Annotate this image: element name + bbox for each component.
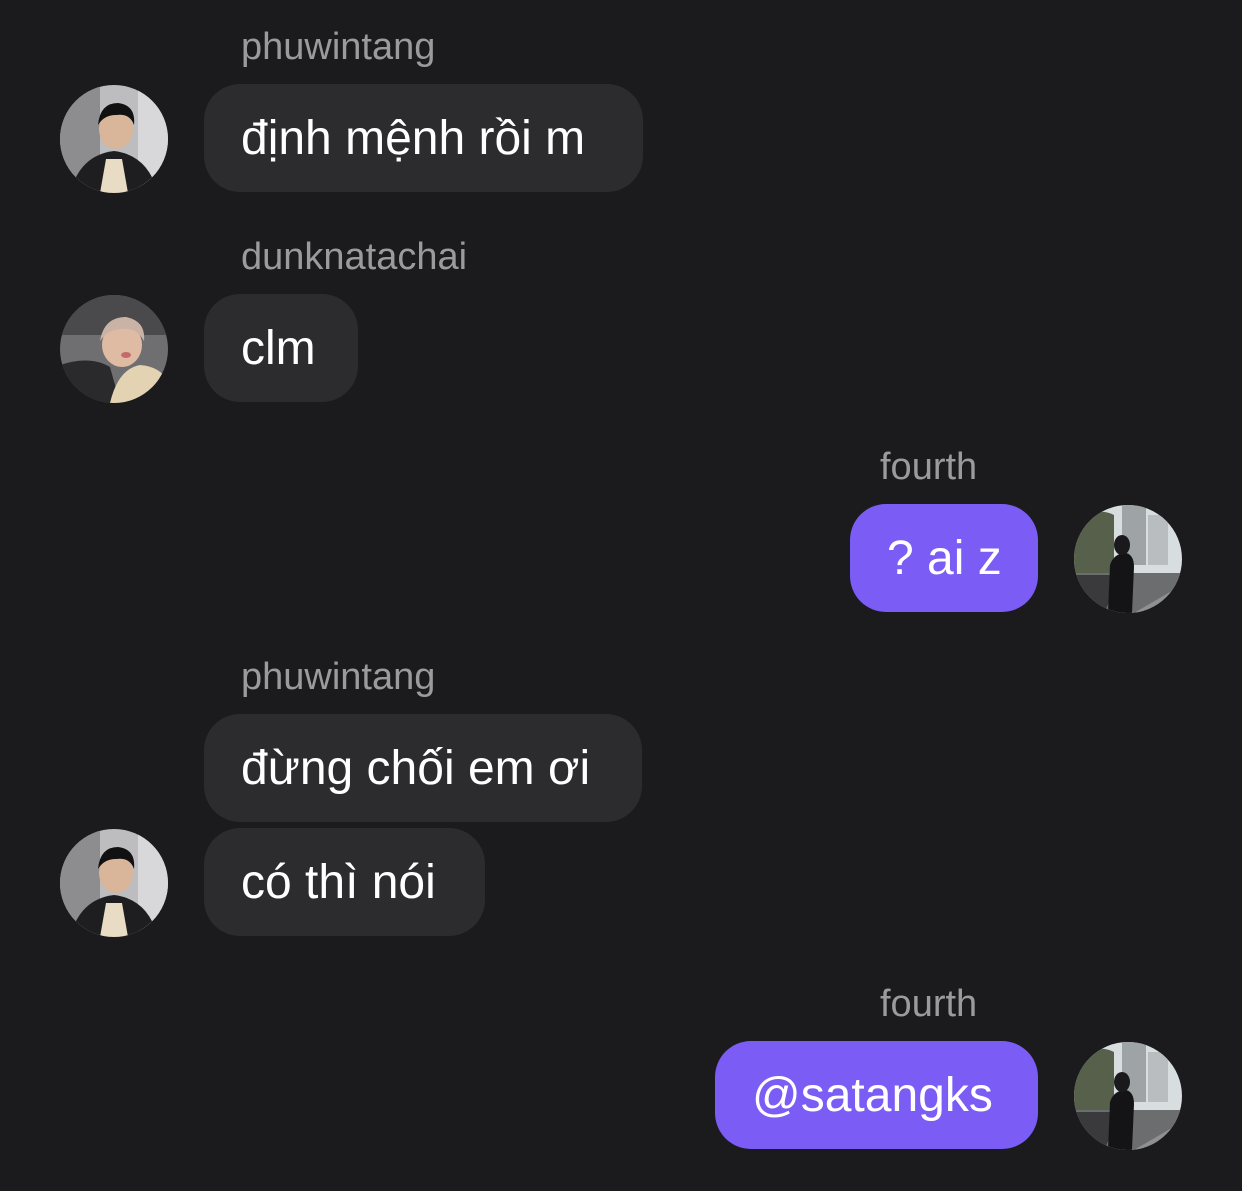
sender-name: phuwintang (241, 656, 436, 698)
message-bubble[interactable]: định mệnh rồi m (204, 84, 643, 192)
message-bubble[interactable]: @satangks (715, 1041, 1038, 1149)
avatar-dunknatachai-icon[interactable] (60, 295, 168, 403)
sender-name: dunknatachai (241, 236, 468, 278)
message-bubble[interactable]: có thì nói (204, 828, 485, 936)
message-bubble[interactable]: clm (204, 294, 358, 402)
chat-thread: phuwintang định mệnh rồi m dunknatachai … (0, 0, 1242, 1191)
message-bubble[interactable]: ? ai z (850, 504, 1038, 612)
sender-name: fourth (880, 446, 978, 488)
avatar-phuwintang-icon[interactable] (60, 829, 168, 937)
sender-name: fourth (880, 983, 978, 1025)
avatar-fourth-icon[interactable] (1074, 505, 1182, 613)
sender-name: phuwintang (241, 26, 436, 68)
avatar-phuwintang-icon[interactable] (60, 85, 168, 193)
avatar-fourth-icon[interactable] (1074, 1042, 1182, 1150)
message-bubble[interactable]: đừng chối em ơi (204, 714, 642, 822)
